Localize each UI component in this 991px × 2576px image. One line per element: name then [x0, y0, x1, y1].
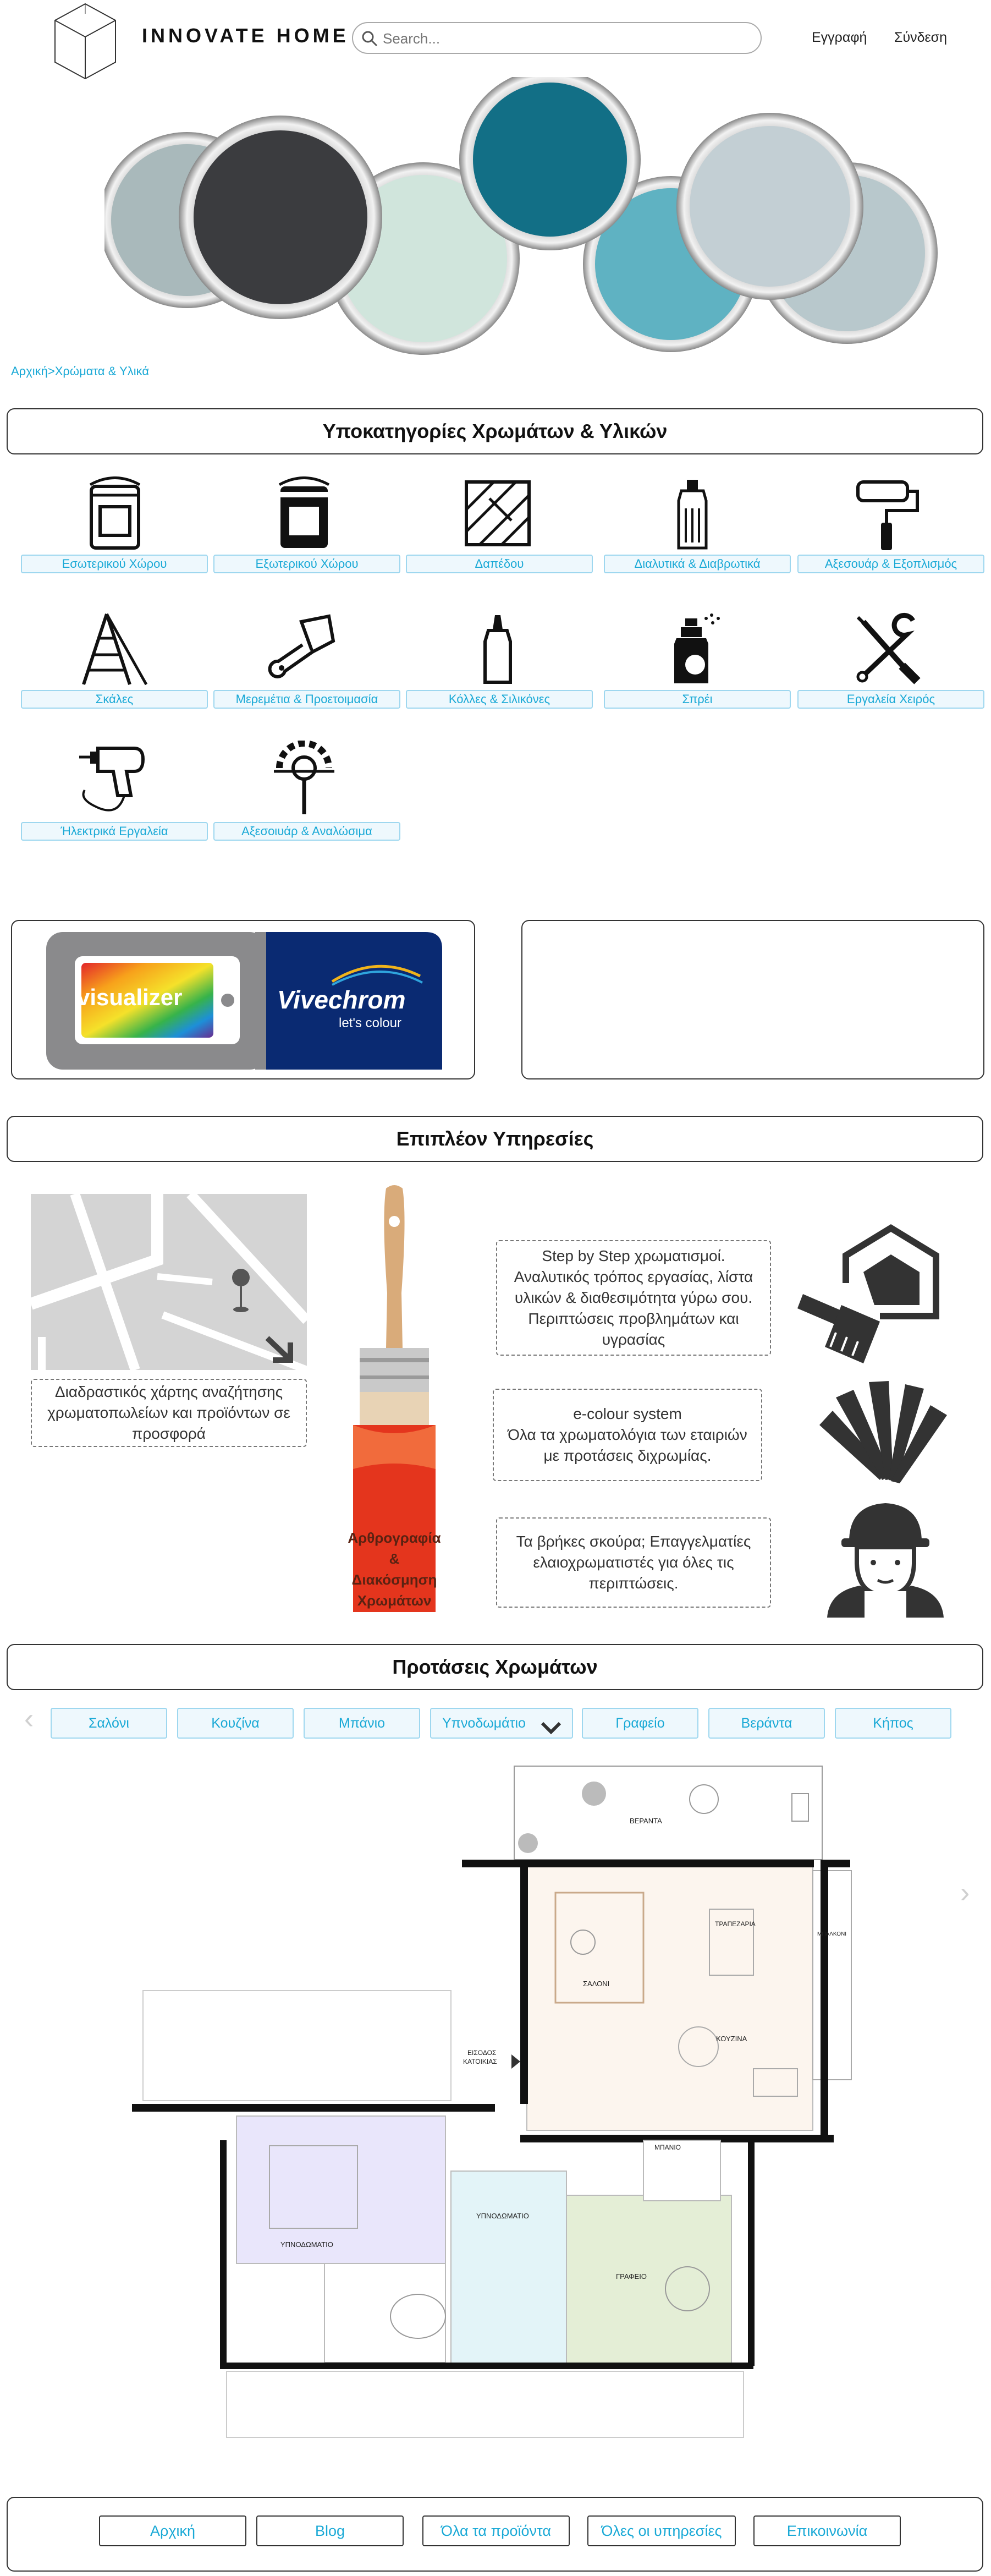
solvent-bottle-icon[interactable]: [651, 476, 734, 553]
chevron-down-icon[interactable]: [540, 1717, 562, 1745]
search-icon[interactable]: [361, 30, 378, 50]
category-solvents[interactable]: Διαλυτικά & Διαβρωτικά: [604, 555, 791, 573]
categories-title: Υποκατηγορίες Χρωμάτων & Υλικών: [322, 420, 668, 442]
footer-link-blog[interactable]: Blog: [256, 2515, 404, 2546]
search-bar[interactable]: [352, 22, 762, 54]
store-map-image[interactable]: [29, 1190, 311, 1374]
room-tab-living-room[interactable]: Σαλόνι: [51, 1708, 167, 1739]
services-heading-bar: Επιπλέον Υπηρεσίες: [7, 1116, 983, 1162]
hand-tools-icon[interactable]: [847, 611, 929, 688]
categories-heading-bar: Υποκατηγορίες Χρωμάτων & Υλικών: [7, 408, 983, 454]
label-kitchen: ΚΟΥΖΙΝΑ: [716, 2035, 747, 2043]
step-by-step-box: Step by Step χρωματισμοί. Αναλυτικός τρό…: [496, 1240, 771, 1356]
label-bedroom-1: ΥΠΝΟΔΩΜΑΤΙΟ: [280, 2240, 333, 2249]
map-caption-box: Διαδραστικός χάρτης αναζήτησης χρωματοπω…: [31, 1379, 307, 1447]
category-ladders[interactable]: Σκάλες: [21, 690, 208, 709]
putty-knife-icon[interactable]: [263, 611, 345, 688]
paint-roller-icon[interactable]: [847, 476, 929, 553]
label-dining: ΤΡΑΠΕΖΑΡΙΑ: [715, 1920, 756, 1928]
exterior-paint-can-icon[interactable]: [263, 476, 345, 553]
room-tab-veranda[interactable]: Βεράντα: [708, 1708, 825, 1739]
floor-tiles-icon[interactable]: [456, 476, 539, 553]
spray-can-icon[interactable]: [651, 611, 734, 688]
visualizer-text: visualizer: [77, 984, 183, 1010]
label-balcony: ΜΠΑΛΚΟΝΙ: [817, 1931, 847, 1937]
category-accessories-consumables[interactable]: Αξεσοιυάρ & Αναλώσιμα: [213, 822, 400, 841]
vivechrom-tagline: let's colour: [339, 1016, 401, 1031]
category-glues-silicones[interactable]: Κόλλες & Σιλικόνες: [406, 690, 593, 709]
search-input[interactable]: [382, 28, 747, 50]
visualizer-promo-box[interactable]: visualizer Vivechrom let's colour: [11, 920, 475, 1079]
breadcrumb-separator: >: [47, 364, 55, 378]
label-bathroom: ΜΠΑΝΙΟ: [654, 2144, 681, 2151]
ecolour-description: Όλα τα χρωματολόγια των εταιριών με προτ…: [508, 1426, 747, 1464]
breadcrumb-current[interactable]: Χρώματα & Υλικά: [55, 364, 149, 378]
empty-promo-box: [521, 920, 984, 1079]
colour-suggestions-heading-bar: Προτάσεις Χρωμάτων: [7, 1644, 983, 1690]
logo-icon[interactable]: [52, 3, 118, 80]
colour-swatch-fan-icon[interactable]: [814, 1375, 951, 1486]
breadcrumb-home[interactable]: Αρχική: [11, 364, 48, 378]
brand-name: INNOVATE HOME: [142, 24, 349, 47]
footer-link-all-products[interactable]: Όλα τα προϊόντα: [422, 2515, 570, 2546]
rooms-prev-arrow-icon[interactable]: ‹: [24, 1702, 34, 1735]
category-exterior[interactable]: Εξωτερικού Χώρου: [213, 555, 400, 573]
room-tab-bedroom-label: Υπνοδωμάτιο: [442, 1715, 526, 1731]
category-sprays[interactable]: Σπρέι: [604, 690, 791, 709]
ecolour-title: e-colour system: [573, 1405, 682, 1422]
ecolour-box: e-colour system Όλα τα χρωματολόγια των …: [493, 1389, 762, 1481]
room-tab-bedroom-dropdown[interactable]: Υπνοδωμάτιο: [430, 1708, 573, 1739]
room-tab-kitchen[interactable]: Κουζίνα: [177, 1708, 294, 1739]
category-power-tools[interactable]: Ήλεκτρικά Εργαλεία: [21, 822, 208, 841]
label-veranda: ΒΕΡΑΝΤΑ: [630, 1817, 662, 1825]
interior-paint-can-icon[interactable]: [74, 476, 156, 553]
colour-suggestions-title: Προτάσεις Χρωμάτων: [392, 1656, 598, 1678]
category-hand-tools[interactable]: Εργαλεία Χειρός: [797, 690, 984, 709]
vivechrom-logo-text: Vivechrom: [277, 985, 406, 1014]
login-link[interactable]: Σύνδεση: [894, 30, 947, 46]
glue-tube-icon[interactable]: [456, 611, 539, 688]
hero-paint-cans-image: [99, 69, 951, 363]
power-drill-icon[interactable]: [74, 741, 156, 818]
brush-caption[interactable]: Αρθρογραφία & Διακόσμηση Χρωμάτων: [348, 1527, 441, 1611]
label-living: ΣΑΛΟΝΙ: [583, 1980, 610, 1988]
category-repairs-prep[interactable]: Μερεμέτια & Προετοιμασία: [213, 690, 400, 709]
ladder-icon[interactable]: [74, 611, 156, 688]
painter-worker-icon[interactable]: [825, 1498, 946, 1619]
rooms-next-arrow-icon[interactable]: ›: [960, 1876, 970, 1909]
painters-box: Τα βρήκες σκούρα; Επαγγελματίες ελαιοχρω…: [496, 1517, 771, 1608]
category-interior[interactable]: Εσωτερικού Χώρου: [21, 555, 208, 573]
services-title: Επιπλέον Υπηρεσίες: [396, 1127, 594, 1150]
label-bedroom-2: ΥΠΝΟΔΩΜΑΤΙΟ: [476, 2212, 529, 2220]
footer-link-home[interactable]: Αρχική: [99, 2515, 246, 2546]
label-office: ΓΡΑΦΕΙΟ: [616, 2272, 647, 2281]
category-floor[interactable]: Δαπέδου: [406, 555, 593, 573]
house-painting-icon[interactable]: [797, 1223, 946, 1366]
room-tab-bathroom[interactable]: Μπάνιο: [304, 1708, 420, 1739]
footer-link-all-services[interactable]: Όλες οι υπηρεσίες: [587, 2515, 736, 2546]
apartment-floor-plan[interactable]: ΒΕΡΑΝΤΑ ΤΡΑΠΕΖΑΡΙΑ ΣΑΛΟΝΙ ΚΟΥΖΙΝΑ ΕΙΣΟΔΟ…: [132, 1761, 863, 2443]
room-tab-garden[interactable]: Κήπος: [835, 1708, 951, 1739]
room-tab-office[interactable]: Γραφείο: [582, 1708, 698, 1739]
label-entrance-line-1: ΕΙΣΟΔΟΣ: [467, 2049, 497, 2057]
category-accessories-equipment[interactable]: Αξεσουάρ & Εξοπλισμός: [797, 555, 984, 573]
footer-link-contact[interactable]: Επικοινωνία: [753, 2515, 901, 2546]
register-link[interactable]: Εγγραφή: [812, 30, 867, 46]
breadcrumb: Αρχική>Χρώματα & Υλικά: [11, 364, 149, 379]
gear-accessories-icon[interactable]: [263, 740, 345, 818]
label-entrance-line-2: ΚΑΤΟΙΚΙΑΣ: [463, 2058, 497, 2065]
